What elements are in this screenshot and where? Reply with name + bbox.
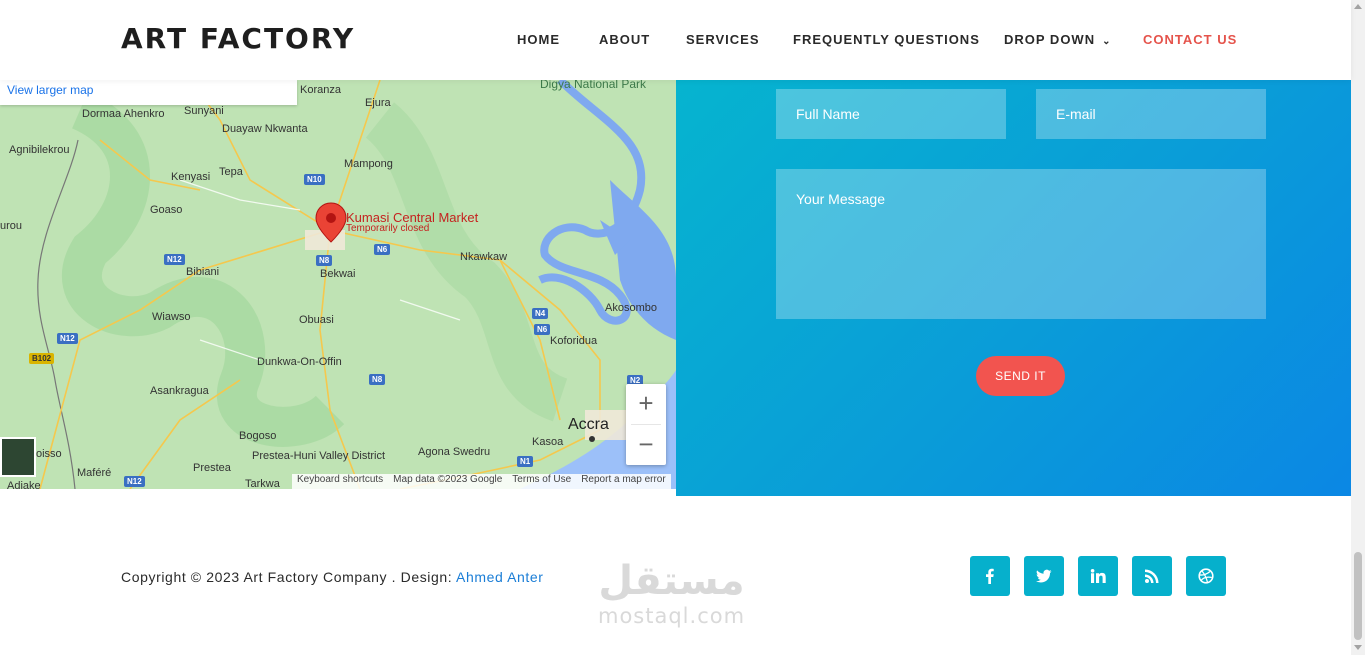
mostaql-watermark: مستقل mostaql.com (598, 558, 745, 628)
chevron-down-icon: ⌄ (1102, 36, 1112, 47)
contact-section: Full Name E-mail Your Message SEND IT (676, 80, 1351, 496)
road-shield: N4 (532, 308, 549, 319)
google-map[interactable]: Digya National Park Koranza Ejura Sunyan… (0, 80, 676, 489)
map-place: Obuasi (299, 314, 334, 326)
road-shield: B102 (29, 353, 55, 364)
map-place: Tepa (219, 166, 243, 178)
map-place: Sunyani (184, 105, 224, 117)
map-place: Agnibilekrou (9, 144, 70, 156)
rss-button[interactable] (1132, 556, 1172, 596)
map-info-card: View larger map (0, 80, 297, 105)
nav-contact-us[interactable]: CONTACT US (1143, 32, 1237, 47)
twitter-icon (1036, 569, 1052, 583)
dribbble-icon (1198, 568, 1214, 584)
page-scrollbar[interactable] (1351, 0, 1365, 655)
map-place: Mampong (344, 158, 393, 170)
map-place: Prestea-Huni Valley District (252, 450, 386, 462)
map-place: Kenyasi (171, 171, 211, 183)
satellite-toggle[interactable] (0, 437, 36, 477)
full-name-field[interactable]: Full Name (776, 89, 1006, 139)
road-shield: N12 (164, 254, 185, 265)
map-data-text: Map data ©2023 Google (393, 474, 503, 485)
road-shield: N8 (369, 374, 386, 385)
map-place: Koforidua (550, 335, 598, 347)
road-shield: N6 (534, 324, 551, 335)
map-place: Goaso (150, 204, 183, 216)
map-place: oisso (36, 448, 62, 460)
map-place: Bogoso (239, 430, 277, 442)
site-logo[interactable]: ART FACTORY (121, 22, 355, 55)
map-place: urou (0, 220, 23, 232)
road-shield: N12 (124, 476, 145, 487)
zoom-control: + − (626, 384, 666, 465)
message-field[interactable]: Your Message (776, 169, 1266, 319)
map-place: Kasoa (532, 436, 564, 448)
road-shield: N6 (374, 244, 391, 255)
map-place: Accra (568, 416, 609, 433)
map-place: Dormaa Ahenkro (82, 108, 165, 120)
map-place: Maféré (77, 467, 112, 479)
map-place: Nkawkaw (460, 251, 508, 263)
map-place: Prestea (193, 462, 231, 474)
map-place: Akosombo (605, 302, 657, 314)
map-place: Agona Swedru (418, 446, 491, 458)
map-place: Digya National Park (540, 80, 647, 91)
map-place: Ejura (365, 97, 391, 109)
road-shield: N10 (304, 174, 325, 185)
email-field[interactable]: E-mail (1036, 89, 1266, 139)
linkedin-button[interactable] (1078, 556, 1118, 596)
road-shield: N1 (517, 456, 534, 467)
zoom-in-button[interactable]: + (626, 384, 666, 424)
site-header: ART FACTORY HOME ABOUT SERVICES FREQUENT… (0, 0, 1351, 80)
nav-drop-down[interactable]: DROP DOWN ⌄ (1004, 32, 1112, 47)
view-larger-map-link[interactable]: View larger map (7, 83, 93, 97)
road-shield: N8 (316, 255, 333, 266)
nav-about[interactable]: ABOUT (599, 32, 650, 47)
zoom-out-button[interactable]: − (626, 425, 666, 465)
scroll-down-arrow[interactable] (1354, 645, 1362, 650)
map-place: Bibiani (186, 266, 220, 278)
nav-services[interactable]: SERVICES (686, 32, 760, 47)
scrollbar-thumb[interactable] (1354, 552, 1362, 640)
facebook-button[interactable] (970, 556, 1010, 596)
map-place: Asankragua (150, 385, 209, 397)
send-button[interactable]: SEND IT (976, 356, 1065, 396)
road-shield: N12 (57, 333, 78, 344)
map-pin-status: Temporarily closed (346, 223, 430, 234)
map-place: Koranza (300, 84, 341, 96)
designer-link[interactable]: Ahmed Anter (456, 569, 544, 585)
copyright-text: Copyright © 2023 Art Factory Company . D… (121, 569, 544, 585)
rss-icon (1145, 569, 1159, 583)
map-footer: Keyboard shortcuts Map data ©2023 Google T… (292, 474, 671, 489)
map-place: Adiake (7, 480, 41, 489)
twitter-button[interactable] (1024, 556, 1064, 596)
scroll-up-arrow[interactable] (1354, 4, 1362, 9)
nav-drop-down-label: DROP DOWN (1004, 32, 1096, 47)
map-place: Dunkwa-On-Offin (257, 356, 342, 368)
copyright-label: Copyright © 2023 Art Factory Company . D… (121, 569, 456, 585)
watermark-arabic: مستقل (598, 558, 745, 604)
watermark-latin: mostaql.com (598, 604, 746, 628)
nav-frequently-questions[interactable]: FREQUENTLY QUESTIONS (793, 32, 980, 47)
map-place: Bekwai (320, 268, 356, 280)
nav-home[interactable]: HOME (517, 32, 560, 47)
map-place: Wiawso (152, 311, 191, 323)
report-map-error-link[interactable]: Report a map error (576, 474, 670, 485)
linkedin-icon (1090, 569, 1106, 583)
facebook-icon (986, 568, 994, 584)
dribbble-button[interactable] (1186, 556, 1226, 596)
map-place: Tarkwa (245, 478, 280, 489)
keyboard-shortcuts-link[interactable]: Keyboard shortcuts (292, 474, 388, 485)
map-place: Duayaw Nkwanta (222, 123, 308, 135)
terms-of-use-link[interactable]: Terms of Use (507, 474, 576, 485)
